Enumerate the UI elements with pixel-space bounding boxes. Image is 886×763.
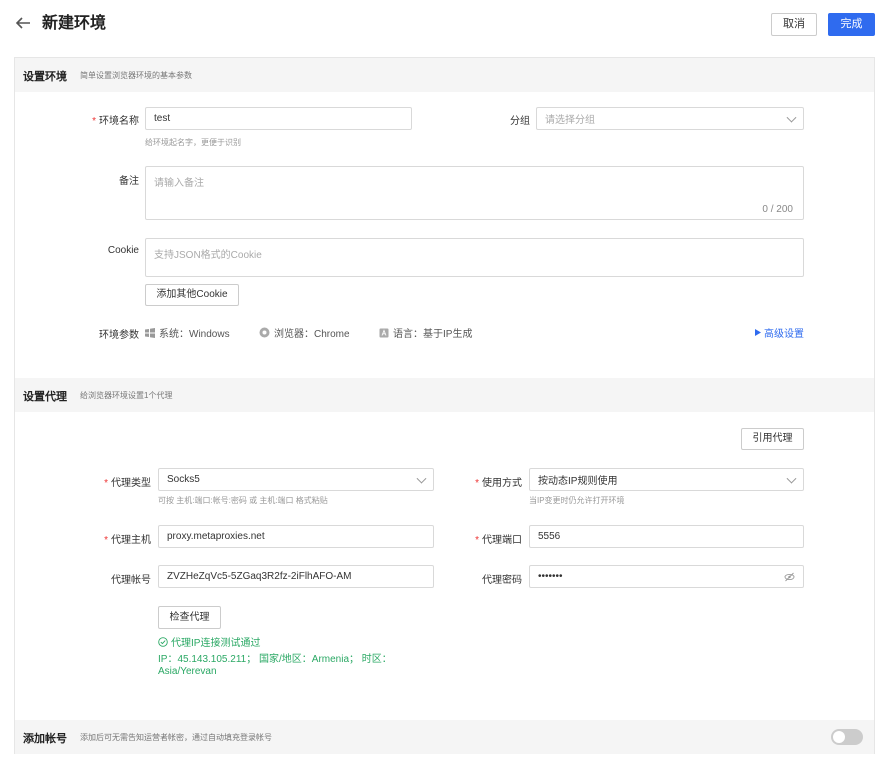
check-circle-icon <box>158 636 168 647</box>
proxy-password-input[interactable]: ••••••• <box>529 565 804 588</box>
caret-right-icon <box>755 329 761 336</box>
usage-select[interactable]: 按动态IP规则使用 <box>529 468 804 491</box>
section-basic-title: 设置环境 <box>23 71 67 83</box>
proxy-type-select[interactable]: Socks5 <box>158 468 434 491</box>
note-counter: 0 / 200 <box>762 204 793 215</box>
proxy-account-input[interactable]: ZVZHeZqVc5-5ZGaq3R2fz-2iFlhAFO-AM <box>158 565 434 588</box>
top-bar: 新建环境 取消 完成 <box>0 0 886 50</box>
language-icon <box>379 328 389 337</box>
proxy-port-label: * 代理端口 <box>475 535 522 546</box>
proxy-password-label: 代理密码 <box>482 575 522 586</box>
proxy-host-input[interactable]: proxy.metaproxies.net <box>158 525 434 548</box>
advanced-settings-link[interactable]: 高级设置 <box>755 325 804 340</box>
chevron-down-icon <box>786 112 797 123</box>
env-params-label: 环境参数 <box>99 330 139 341</box>
chrome-icon <box>259 327 270 338</box>
add-account-toggle[interactable] <box>831 729 863 745</box>
windows-icon <box>145 327 155 338</box>
proxy-type-label: * 代理类型 <box>104 478 151 489</box>
chevron-down-icon <box>786 473 797 484</box>
env-name-label: * 环境名称 <box>92 116 139 127</box>
check-detail-line-2: Asia/Yerevan <box>158 666 217 677</box>
cookie-textarea[interactable]: 支持JSON格式的Cookie <box>145 238 804 277</box>
cancel-button[interactable]: 取消 <box>771 13 817 36</box>
group-select[interactable]: 请选择分组 <box>536 107 804 130</box>
section-account-title: 添加帐号 <box>23 733 67 745</box>
proxy-type-hint: 可按 主机:端口:帐号:密码 或 主机:端口 格式粘贴 <box>158 496 328 505</box>
check-detail-line-1: IP：45.143.105.211； 国家/地区：Armenia； 时区： <box>158 654 392 665</box>
proxy-account-label: 代理帐号 <box>111 575 151 586</box>
browser-param: 浏览器：Chrome <box>259 325 350 340</box>
form-panel: 设置环境 简单设置浏览器环境的基本参数 * 环境名称 test 给环境起名字，更便… <box>14 57 875 754</box>
section-account-subtitle: 添加后可无需告知运营者帐密，通过自动填充登录帐号 <box>80 733 272 742</box>
reference-proxy-button[interactable]: 引用代理 <box>741 428 804 450</box>
back-arrow-icon[interactable] <box>14 14 32 32</box>
section-account-header: 添加帐号 添加后可无需告知运营者帐密，通过自动填充登录帐号 <box>15 720 874 754</box>
chevron-down-icon <box>416 473 427 484</box>
language-param: 语言：基于IP生成 <box>379 325 472 340</box>
eye-off-icon[interactable] <box>784 572 795 582</box>
usage-hint: 当IP变更时仍允许打开环境 <box>529 496 625 505</box>
env-name-hint: 给环境起名字，更便于识别 <box>145 138 241 147</box>
add-cookie-button[interactable]: 添加其他Cookie <box>145 284 239 306</box>
section-basic-subtitle: 简单设置浏览器环境的基本参数 <box>80 71 192 80</box>
note-label: 备注 <box>119 176 139 187</box>
section-proxy-title: 设置代理 <box>23 391 67 403</box>
check-proxy-button[interactable]: 检查代理 <box>158 606 221 629</box>
group-label: 分组 <box>510 116 530 127</box>
section-proxy-header: 设置代理 给浏览器环境设置1个代理 <box>15 378 874 412</box>
section-basic-header: 设置环境 简单设置浏览器环境的基本参数 <box>15 58 874 92</box>
proxy-host-label: * 代理主机 <box>104 535 151 546</box>
done-button[interactable]: 完成 <box>828 13 875 36</box>
page-title: 新建环境 <box>42 15 107 32</box>
check-result: 代理IP连接测试通过 <box>158 634 260 649</box>
system-param: 系统：Windows <box>145 325 230 340</box>
section-proxy-subtitle: 给浏览器环境设置1个代理 <box>80 391 173 400</box>
cookie-label: Cookie <box>107 245 139 256</box>
env-name-input[interactable]: test <box>145 107 412 130</box>
proxy-port-input[interactable]: 5556 <box>529 525 804 548</box>
note-textarea[interactable]: 请输入备注 0 / 200 <box>145 166 804 220</box>
usage-label: * 使用方式 <box>475 478 522 489</box>
